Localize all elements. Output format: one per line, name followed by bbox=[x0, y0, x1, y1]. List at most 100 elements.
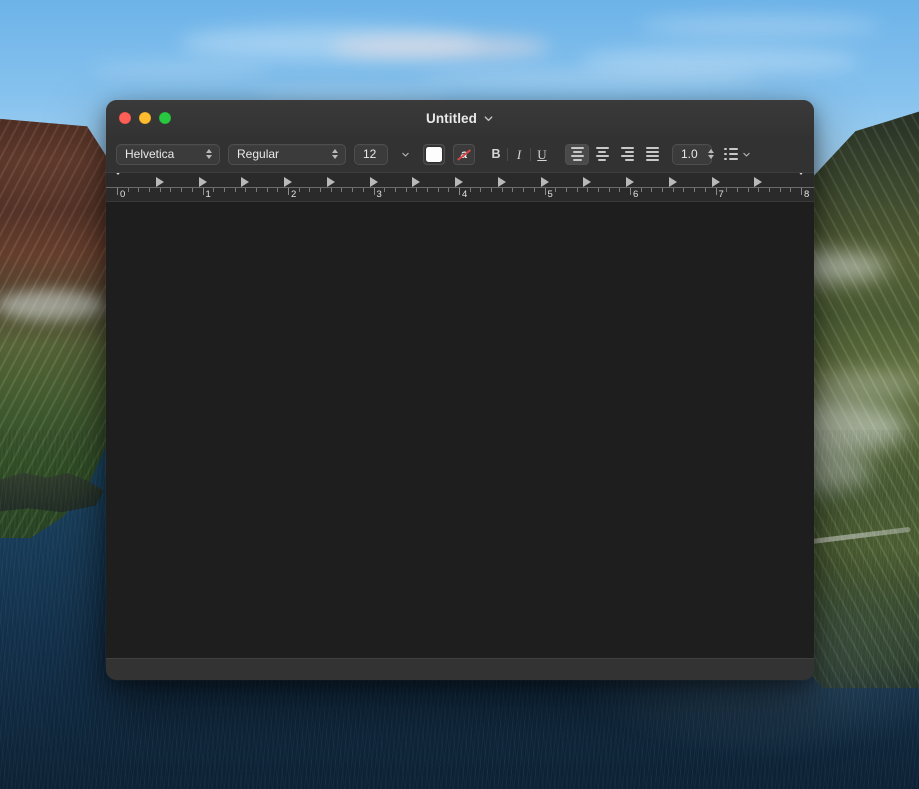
ruler-tick-minor bbox=[298, 188, 300, 192]
tab-stop-marker[interactable] bbox=[711, 177, 720, 187]
font-size-value: 12 bbox=[363, 147, 377, 161]
ruler-tick-minor bbox=[170, 188, 172, 192]
hill-fog bbox=[809, 372, 919, 398]
tab-stop-marker[interactable] bbox=[369, 177, 378, 187]
window-bottom-bar bbox=[106, 658, 814, 680]
ruler-tick-minor bbox=[662, 188, 664, 192]
align-justify-button[interactable] bbox=[640, 144, 664, 165]
italic-button[interactable]: I bbox=[508, 143, 530, 165]
text-background-color-button[interactable] bbox=[423, 143, 445, 165]
line-spacing-stepper-icon[interactable] bbox=[704, 146, 718, 163]
color-swatch bbox=[426, 146, 442, 162]
cloud bbox=[640, 16, 880, 36]
desktop-wallpaper: Untitled Helvetica Regular 12 B I U 1.0 … bbox=[0, 0, 919, 789]
ruler-tick-minor bbox=[683, 188, 685, 192]
document-text-area[interactable] bbox=[106, 202, 814, 658]
ruler-tick-major bbox=[288, 188, 289, 195]
align-center-button[interactable] bbox=[590, 144, 614, 165]
ruler-tick-major bbox=[373, 188, 375, 195]
traffic-light-group bbox=[106, 112, 171, 124]
close-button[interactable] bbox=[119, 112, 131, 124]
ruler-tick-minor bbox=[149, 188, 151, 192]
document-ruler[interactable]: 012345678 bbox=[106, 172, 814, 202]
ruler-tick-minor bbox=[330, 188, 332, 192]
ruler-label: 6 bbox=[633, 189, 639, 200]
ruler-label: 7 bbox=[718, 189, 724, 200]
ruler-tick-minor bbox=[362, 188, 364, 192]
text-style-group: B I U bbox=[485, 143, 553, 165]
ruler-tick-minor bbox=[694, 188, 696, 192]
bulleted-list-icon bbox=[724, 147, 739, 161]
tab-stop-marker[interactable] bbox=[540, 177, 549, 187]
ruler-tick-minor bbox=[597, 188, 599, 192]
left-fog bbox=[0, 290, 106, 320]
ruler-label: 4 bbox=[462, 189, 468, 200]
ruler-label: 0 bbox=[120, 189, 126, 200]
font-size-dropdown-button[interactable] bbox=[396, 144, 415, 165]
page-title: Untitled bbox=[425, 110, 478, 126]
ruler-tick-minor bbox=[181, 188, 183, 192]
ruler-tick-minor bbox=[320, 188, 322, 192]
tab-stop-marker[interactable] bbox=[198, 177, 207, 187]
ruler-tick-minor bbox=[159, 188, 161, 192]
font-size-input[interactable]: 12 bbox=[354, 143, 388, 165]
tab-stop-marker[interactable] bbox=[155, 177, 164, 187]
tab-stop-marker[interactable] bbox=[326, 177, 335, 187]
ruler-tick-major bbox=[715, 188, 717, 195]
ruler-tick-minor bbox=[555, 188, 557, 192]
ruler-tick-minor bbox=[405, 188, 407, 192]
ruler-tick-minor bbox=[565, 188, 567, 192]
ruler-tick-minor bbox=[352, 188, 354, 192]
tab-stop-marker[interactable] bbox=[412, 177, 421, 187]
tab-stop-marker[interactable] bbox=[626, 177, 634, 187]
ruler-tick-minor bbox=[309, 188, 311, 192]
tab-stop-marker[interactable] bbox=[668, 177, 677, 187]
format-toolbar: Helvetica Regular 12 B I U 1.0 bbox=[106, 136, 814, 172]
ruler-tick-minor bbox=[138, 188, 140, 192]
ruler-tick-major bbox=[202, 188, 204, 195]
bold-button[interactable]: B bbox=[485, 143, 507, 165]
ruler-tick-minor bbox=[704, 188, 706, 192]
tab-stop-marker[interactable] bbox=[754, 177, 763, 187]
line-spacing-input[interactable]: 1.0 bbox=[672, 143, 714, 165]
tab-stop-marker[interactable] bbox=[284, 177, 292, 187]
ruler-label: 1 bbox=[205, 189, 211, 200]
ruler-tick-minor bbox=[480, 188, 482, 192]
ruler-tick-minor bbox=[245, 188, 247, 192]
tab-stop-marker[interactable] bbox=[455, 177, 463, 187]
minimize-button[interactable] bbox=[139, 112, 151, 124]
ruler-tick-minor bbox=[747, 188, 749, 192]
font-style-stepper-icon[interactable] bbox=[328, 146, 342, 163]
title-chevron-down-icon[interactable] bbox=[483, 113, 494, 124]
list-style-button[interactable] bbox=[724, 147, 751, 161]
underline-button[interactable]: U bbox=[531, 143, 553, 165]
tab-stop-marker[interactable] bbox=[241, 177, 250, 187]
align-left-button[interactable] bbox=[565, 143, 589, 165]
font-family-stepper-icon[interactable] bbox=[202, 146, 216, 163]
window-titlebar[interactable]: Untitled bbox=[106, 100, 814, 136]
tab-stop-marker[interactable] bbox=[583, 177, 592, 187]
alignment-group bbox=[565, 143, 664, 165]
ruler-tick-minor bbox=[758, 188, 760, 192]
ruler-tick-minor bbox=[726, 188, 728, 192]
text-color-button[interactable]: a bbox=[453, 143, 475, 165]
ruler-tick-minor bbox=[619, 188, 621, 192]
cloud bbox=[330, 36, 550, 58]
right-margin-marker[interactable] bbox=[795, 173, 807, 192]
ruler-tick-major bbox=[544, 188, 546, 195]
list-chevron-down-icon bbox=[743, 152, 750, 157]
ruler-tick-minor bbox=[266, 188, 268, 192]
ruler-label: 2 bbox=[291, 189, 297, 200]
ruler-tick-minor bbox=[768, 188, 770, 192]
ruler-tick-minor bbox=[512, 188, 514, 192]
ruler-tick-minor bbox=[640, 188, 642, 192]
tab-stop-marker[interactable] bbox=[497, 177, 506, 187]
align-right-button[interactable] bbox=[615, 144, 639, 165]
font-style-select[interactable]: Regular bbox=[228, 143, 346, 165]
font-style-value: Regular bbox=[237, 147, 280, 161]
ruler-tick-minor bbox=[576, 188, 578, 192]
font-family-select[interactable]: Helvetica bbox=[116, 143, 220, 165]
left-margin-marker[interactable] bbox=[112, 173, 124, 192]
zoom-button[interactable] bbox=[159, 112, 171, 124]
ruler-tick-minor bbox=[426, 188, 428, 192]
